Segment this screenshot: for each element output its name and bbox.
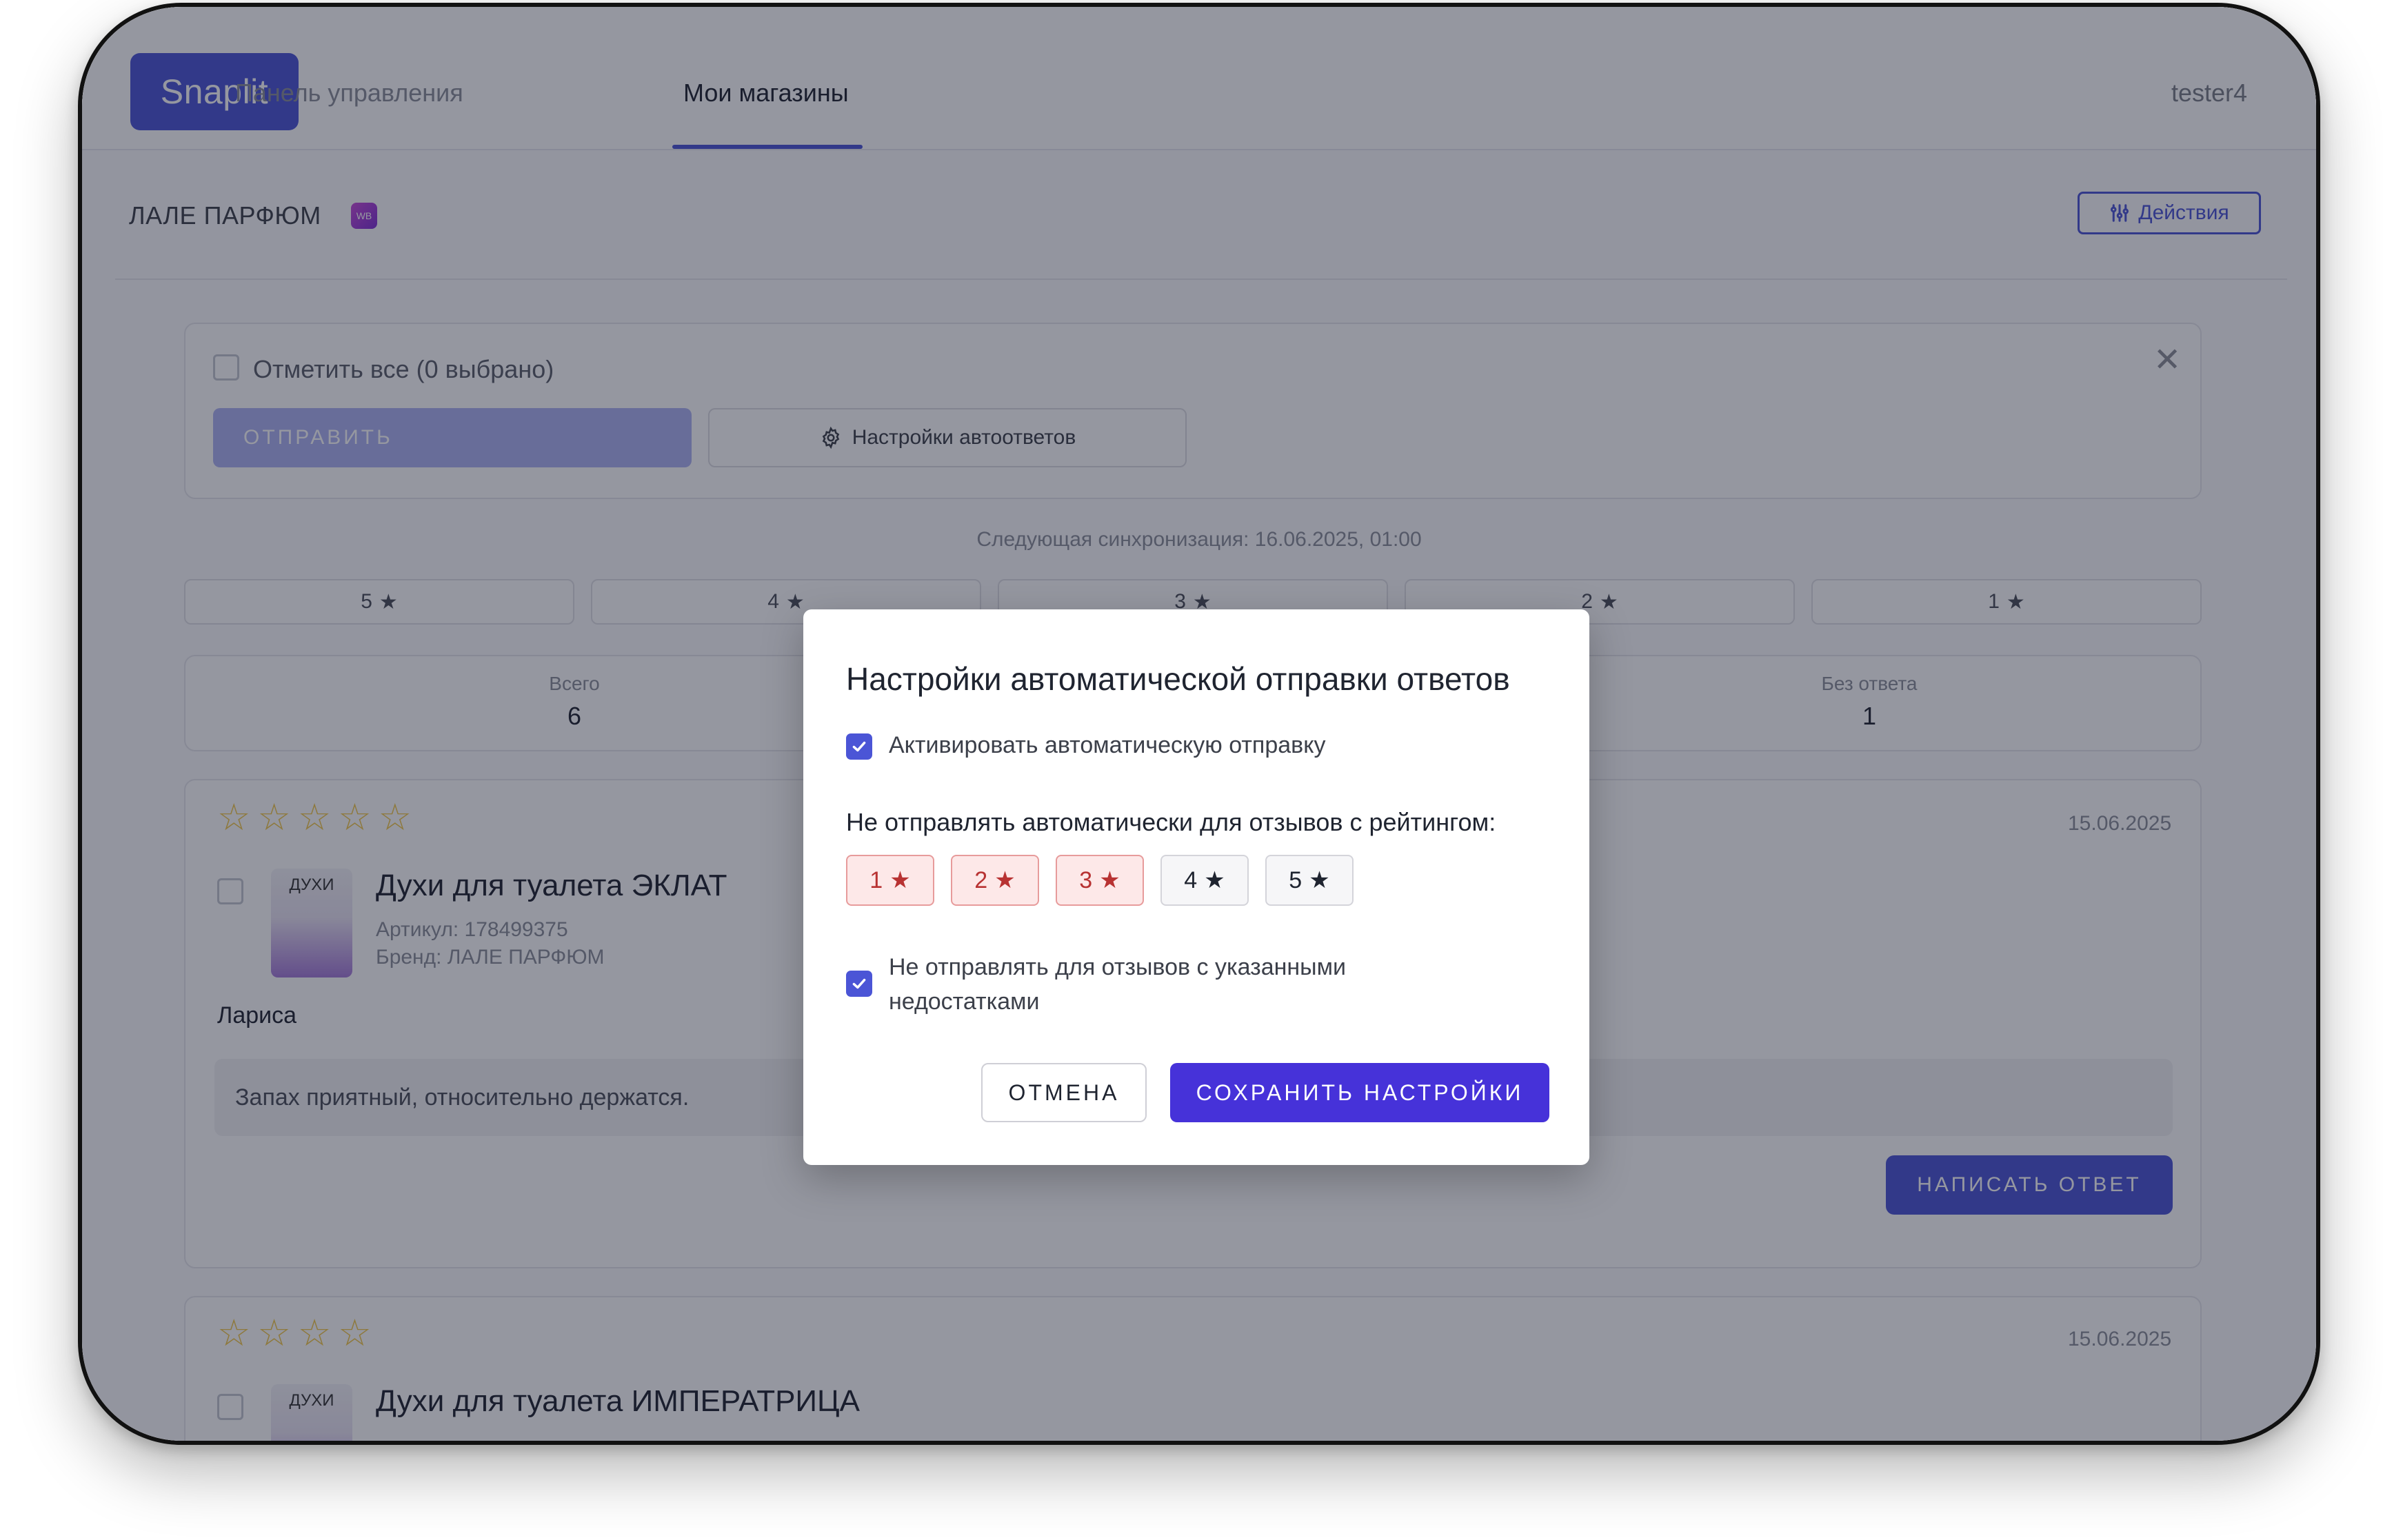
rating-value: 1: [869, 867, 883, 893]
exclude-rating-4-button[interactable]: 4 ★: [1160, 855, 1249, 906]
check-icon: [852, 978, 866, 989]
rating-value: 3: [1079, 867, 1093, 893]
exclude-rating-1-button[interactable]: 1 ★: [846, 855, 934, 906]
check-icon: [852, 741, 866, 752]
exclude-rating-5-button[interactable]: 5 ★: [1265, 855, 1354, 906]
rating-value: 4: [1184, 867, 1198, 893]
star-icon: ★: [994, 867, 1016, 893]
star-icon: ★: [889, 867, 911, 893]
activate-auto-send-label: Активировать автоматическую отправку: [889, 732, 1326, 758]
exclude-defects-label: Не отправлять для отзывов с указанными н…: [889, 954, 1346, 1015]
device-frame: Snaplit Панель управления Мои магазины t…: [78, 3, 2320, 1445]
star-icon: ★: [1099, 867, 1120, 893]
app-window: Snaplit Панель управления Мои магазины t…: [82, 7, 2316, 1441]
excluded-ratings-label: Не отправлять автоматически для отзывов …: [846, 808, 1496, 836]
activate-auto-send-checkbox[interactable]: [846, 733, 872, 760]
star-icon: ★: [1309, 867, 1330, 893]
rating-value: 5: [1289, 867, 1303, 893]
auto-reply-settings-dialog: Настройки автоматической отправки ответо…: [803, 609, 1589, 1165]
save-settings-button[interactable]: СОХРАНИТЬ НАСТРОЙКИ: [1170, 1063, 1549, 1122]
exclude-rating-3-button[interactable]: 3 ★: [1056, 855, 1144, 906]
star-icon: ★: [1204, 867, 1225, 893]
exclude-defects-checkbox[interactable]: [846, 971, 872, 997]
cancel-button[interactable]: ОТМЕНА: [981, 1063, 1147, 1122]
dialog-title: Настройки автоматической отправки ответо…: [846, 661, 1510, 697]
rating-value: 2: [974, 867, 988, 893]
exclude-rating-2-button[interactable]: 2 ★: [951, 855, 1039, 906]
